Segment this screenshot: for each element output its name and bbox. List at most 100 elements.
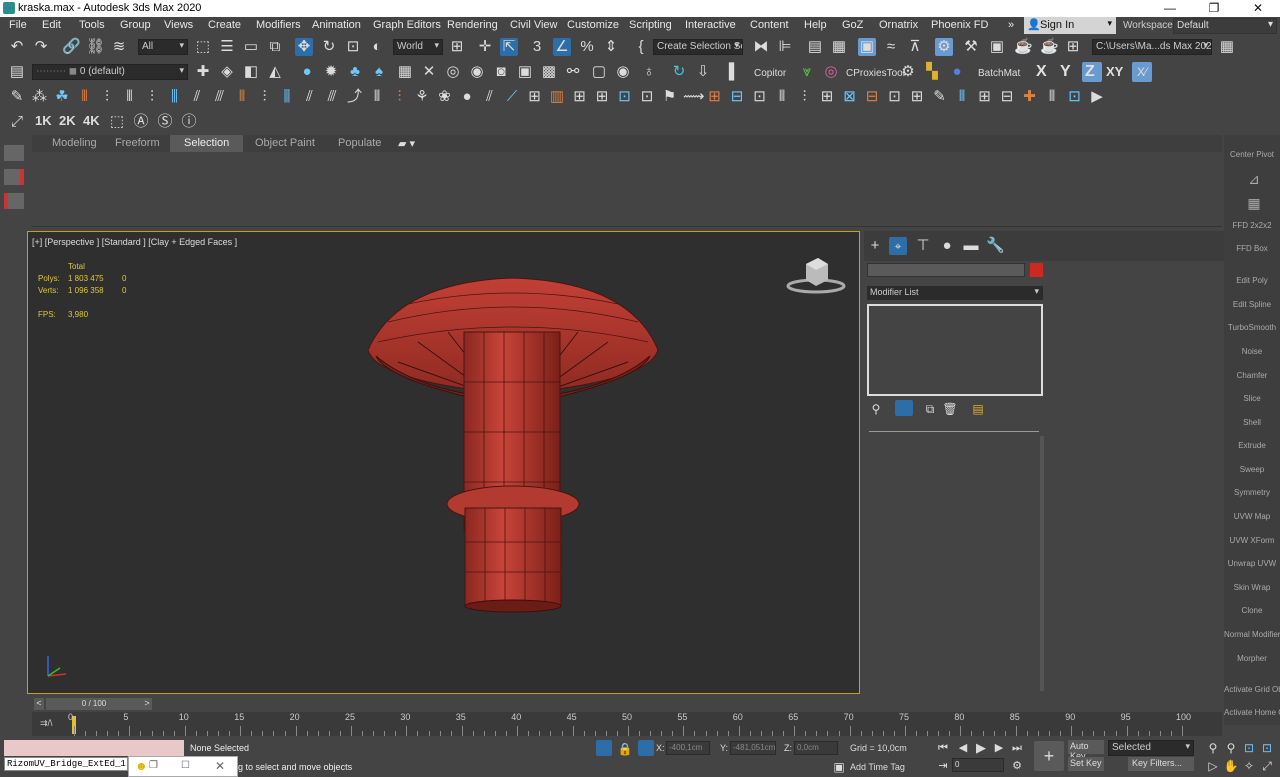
axis-z-button[interactable]: Z — [1082, 62, 1102, 82]
ornatrix-tool-icon[interactable]: ⊠ — [841, 88, 859, 106]
make-unique-icon[interactable]: ⧉ — [921, 400, 939, 418]
ornatrix-tool-icon[interactable]: ⊞ — [818, 88, 836, 106]
res-1k-button[interactable]: 1K — [35, 113, 52, 128]
maximize-viewport-icon[interactable]: ⤢ — [1258, 757, 1276, 775]
axis-x-button[interactable]: X — [1036, 63, 1047, 81]
ornatrix-tool-icon[interactable]: ⫶ — [256, 88, 274, 106]
tab-modeling[interactable]: Modeling — [52, 137, 97, 149]
ornatrix-tool-icon[interactable]: ⫴ — [1043, 88, 1061, 106]
maximize-button[interactable]: ❐ — [1192, 0, 1236, 17]
ribbon-toggle-icon[interactable]: ▣ — [858, 38, 876, 56]
maxscript-mini-listener[interactable]: RizomUV_Bridge_ExtEd_1 — [4, 757, 128, 771]
render-setup-icon[interactable]: ⚒ — [962, 38, 980, 56]
material-editor-icon[interactable]: ⚙ — [935, 38, 953, 56]
isolate-selection-icon[interactable] — [596, 740, 612, 756]
key-selection-select[interactable]: Selected — [1108, 740, 1194, 756]
info-icon[interactable]: ⓘ — [180, 113, 198, 131]
layer-manager-icon[interactable]: ▤ — [8, 63, 26, 81]
next-frame-icon[interactable]: ▶ — [990, 739, 1008, 757]
restore-icon[interactable]: ❐ — [149, 760, 158, 771]
time-tag-icon[interactable]: ▣ — [830, 758, 848, 776]
display-tab-icon[interactable]: ▬ — [962, 237, 980, 255]
menu-content[interactable]: Content — [750, 19, 789, 31]
prev-frame-icon[interactable]: ◀ — [954, 739, 972, 757]
cproxies-icon[interactable]: ◎ — [822, 63, 840, 81]
res-4k-button[interactable]: 4K — [83, 113, 100, 128]
ribbon-pin-icon[interactable] — [4, 145, 24, 161]
eye-tool-icon[interactable]: ◉ — [614, 63, 632, 81]
menu-goz[interactable]: GoZ — [842, 19, 863, 31]
tab-freeform[interactable]: Freeform — [115, 137, 160, 149]
ffd-box-button[interactable]: FFD Box — [1224, 244, 1280, 253]
place-icon[interactable]: ◐ — [368, 38, 386, 56]
maxscript-listener-top[interactable] — [4, 740, 184, 756]
expand-icon[interactable]: ⤢ — [8, 113, 26, 131]
absolute-mode-icon[interactable] — [638, 740, 654, 756]
menu-overflow-icon[interactable]: » — [1008, 19, 1014, 31]
skin-wrap-button[interactable]: Skin Wrap — [1224, 583, 1280, 592]
edit-poly-button[interactable]: Edit Poly — [1224, 276, 1280, 285]
set-key-big-button[interactable]: + — [1034, 741, 1064, 771]
res-2k-button[interactable]: 2K — [59, 113, 76, 128]
key-mode-icon[interactable]: ⇥ — [934, 757, 952, 775]
ffd-2x2x2-button[interactable]: FFD 2x2x2 — [1224, 221, 1280, 230]
orbit-icon[interactable]: ✧ — [1240, 757, 1258, 775]
configure-sets-icon[interactable]: ▤ — [969, 400, 987, 418]
ornatrix-tool-icon[interactable]: ⊞ — [706, 88, 724, 106]
menu-civil-view[interactable]: Civil View — [510, 19, 557, 31]
pivot-icon[interactable]: ⊞ — [448, 38, 466, 56]
sweep-button[interactable]: Sweep — [1224, 465, 1280, 474]
chess-tool-icon[interactable]: ▚ — [923, 63, 941, 81]
tab-selection[interactable]: Selection — [170, 135, 244, 152]
key-filters-button[interactable]: Key Filters... — [1128, 757, 1194, 771]
link-icon[interactable]: 🔗 — [62, 38, 81, 56]
morpher-button[interactable]: Morpher — [1224, 654, 1280, 663]
ornatrix-tool-icon[interactable]: ⊡ — [616, 88, 634, 106]
trees-icon[interactable]: ♠ — [370, 63, 388, 81]
ornatrix-tool-icon[interactable]: ● — [458, 88, 476, 106]
ornatrix-tool-icon[interactable]: ⫶ — [98, 88, 116, 106]
axis-y-button[interactable]: Y — [1060, 63, 1071, 81]
modify-tab-icon[interactable]: ⌖ — [889, 237, 907, 255]
copitor-icon[interactable]: ▐ — [720, 63, 738, 81]
extrude-button[interactable]: Extrude — [1224, 441, 1280, 450]
render-production-icon[interactable]: ☕ — [1014, 38, 1033, 56]
ornatrix-tool-icon[interactable]: ⊟ — [728, 88, 746, 106]
named-selection-select[interactable]: Create Selection Se — [653, 39, 743, 55]
region-tool-icon[interactable]: ▢ — [590, 63, 608, 81]
ornatrix-tool-icon[interactable]: ▥ — [548, 88, 566, 106]
uvw-map-button[interactable]: UVW Map — [1224, 512, 1280, 521]
add-layer-icon[interactable]: ✚ — [194, 63, 212, 81]
ornatrix-tool-icon[interactable]: ⫻ — [211, 88, 229, 106]
ornatrix-tool-icon[interactable]: ⫻ — [323, 88, 341, 106]
ornatrix-tool-icon[interactable]: ⫽ — [301, 88, 319, 106]
select-manipulate-icon[interactable]: ✛ — [476, 38, 494, 56]
time-slider-thumb[interactable]: 0 / 100 — [46, 698, 142, 710]
ornatrix-tool-icon[interactable]: ⫶ — [143, 88, 161, 106]
copitor-label[interactable]: Copitor — [754, 68, 786, 79]
noise-button[interactable]: Noise — [1224, 347, 1280, 356]
x-coord-field[interactable]: -400,1cm — [666, 741, 710, 755]
refresh-tool-icon[interactable]: ↻ — [670, 63, 688, 81]
show-end-result-icon[interactable] — [895, 400, 913, 416]
workspace-select[interactable]: Default ▾ — [1173, 18, 1277, 34]
walk-icon[interactable]: ✋ — [1222, 757, 1240, 775]
current-frame-field[interactable]: 0 — [952, 758, 1004, 772]
ornatrix-tool-icon[interactable]: ⫶ — [796, 88, 814, 106]
menu-modifiers[interactable]: Modifiers — [256, 19, 301, 31]
select-move-icon[interactable]: ✥ — [295, 38, 313, 56]
ornatrix-tool-icon[interactable]: ⊡ — [638, 88, 656, 106]
layer-select[interactable]: ⋯⋯⋯ ◼ 0 (default) — [32, 64, 188, 80]
motion-tab-icon[interactable]: ● — [938, 237, 956, 255]
ornatrix-tool-icon[interactable]: ⊟ — [998, 88, 1016, 106]
crop-icon[interactable]: ⬚ — [108, 113, 126, 131]
chamfer-button[interactable]: Chamfer — [1224, 371, 1280, 380]
time-slider[interactable]: < 0 / 100 > — [32, 697, 1222, 711]
menu-help[interactable]: Help — [804, 19, 827, 31]
undo-icon[interactable]: ↶ — [8, 38, 26, 56]
mirror-icon[interactable]: ⧓ — [752, 38, 770, 56]
uvw-xform-button[interactable]: UVW XForm — [1224, 536, 1280, 545]
ornatrix-tool-icon[interactable]: ⫴ — [953, 88, 971, 106]
add-time-tag-button[interactable]: Add Time Tag — [850, 762, 905, 772]
ornatrix-tool-icon[interactable]: ⁂ — [31, 88, 49, 106]
